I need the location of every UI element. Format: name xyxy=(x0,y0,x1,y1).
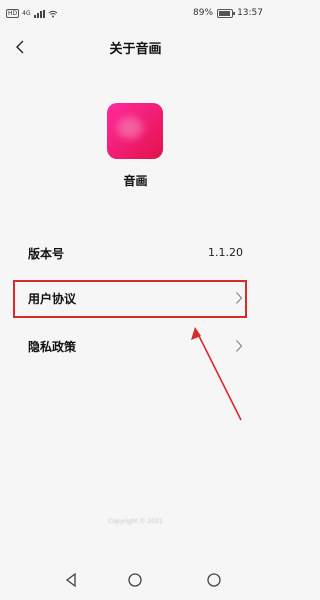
chevron-right-icon xyxy=(236,340,243,352)
nav-recents-button[interactable] xyxy=(206,572,222,588)
app-name: 音画 xyxy=(123,174,148,188)
app-logo xyxy=(107,103,163,159)
triangle-back-icon xyxy=(65,572,76,588)
privacy-policy-label: 隐私政策 xyxy=(28,340,77,354)
title-bar: 关于音画 xyxy=(0,30,271,64)
copyright-text: Copyright © 2021 xyxy=(108,518,163,525)
signal-icon xyxy=(33,9,45,18)
circle-recents-icon xyxy=(207,573,221,587)
battery-icon xyxy=(217,8,236,18)
clock: 13:57 xyxy=(237,8,263,18)
version-label: 版本号 xyxy=(28,247,65,261)
wifi-icon xyxy=(48,10,58,18)
hd-badge: HD xyxy=(6,9,20,18)
system-nav-bar xyxy=(0,560,271,600)
annotation-highlight-box xyxy=(13,280,247,318)
circle-home-icon xyxy=(128,573,142,587)
status-left: HD 4G xyxy=(6,9,58,18)
privacy-policy-item[interactable]: 隐私政策 xyxy=(14,327,257,365)
nav-home-button[interactable] xyxy=(127,572,143,588)
network-type: 4G xyxy=(22,10,31,17)
page-title: 关于音画 xyxy=(109,42,162,57)
status-bar: HD 4G 89% 13:57 xyxy=(0,0,271,28)
version-row: 版本号 1.1.20 xyxy=(14,234,257,272)
status-right: 89% 13:57 xyxy=(193,8,263,18)
version-value: 1.1.20 xyxy=(208,246,243,259)
battery-percent: 89% xyxy=(193,8,214,18)
nav-back-button[interactable] xyxy=(63,572,79,588)
